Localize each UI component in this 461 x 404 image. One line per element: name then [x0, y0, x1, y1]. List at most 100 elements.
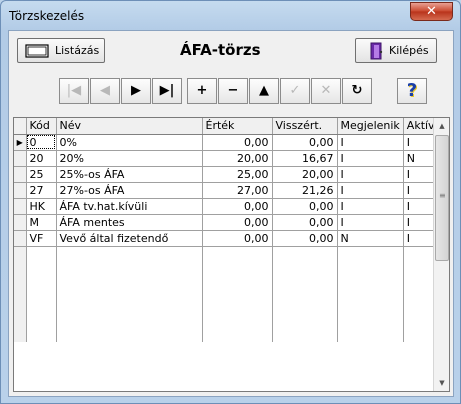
help-button[interactable]: ? — [397, 78, 427, 104]
table-row[interactable]: VF Vevő által fizetendő 0,00 0,00 N I — [14, 230, 439, 247]
empty-cell — [14, 246, 27, 262]
empty-cell — [26, 326, 57, 342]
table-row[interactable]: 25 25%-os ÁFA 25,00 20,00 I I — [14, 166, 439, 183]
cell-value[interactable]: 25,00 — [202, 166, 273, 183]
insert-record-button[interactable]: + — [187, 78, 217, 104]
cell-refund[interactable]: 16,67 — [272, 150, 338, 167]
cell-value[interactable]: 0,00 — [202, 134, 273, 151]
cell-code[interactable]: 25 — [26, 166, 57, 183]
table-row[interactable]: M ÁFA mentes 0,00 0,00 I I — [14, 214, 439, 231]
cell-name[interactable]: Vevő által fizetendő — [56, 230, 203, 247]
cell-code[interactable]: 27 — [26, 182, 57, 199]
vertical-scrollbar[interactable]: ▲ ≡ ▼ — [433, 118, 449, 391]
cell-visible[interactable]: I — [337, 214, 404, 231]
cell-visible[interactable]: I — [337, 166, 404, 183]
empty-row — [14, 294, 439, 310]
table-row[interactable]: 20 20% 20,00 16,67 I N — [14, 150, 439, 167]
cell-visible[interactable]: I — [337, 198, 404, 215]
cell-refund[interactable]: 0,00 — [272, 198, 338, 215]
cell-refund[interactable]: 0,00 — [272, 134, 338, 151]
cell-refund[interactable]: 0,00 — [272, 214, 338, 231]
cell-name[interactable]: 25%-os ÁFA — [56, 166, 203, 183]
row-indicator — [14, 198, 27, 215]
cell-code[interactable]: 0 — [26, 134, 57, 151]
title-bar[interactable]: Törzskezelés ✕ — [1, 1, 460, 31]
scroll-down-arrow-icon[interactable]: ▼ — [434, 375, 450, 391]
grip-icon: ≡ — [439, 191, 446, 200]
table-row[interactable]: 27 27%-os ÁFA 27,00 21,26 I I — [14, 182, 439, 199]
column-header-visible[interactable]: Megjelenik — [337, 118, 404, 135]
cell-code[interactable]: M — [26, 214, 57, 231]
empty-row — [14, 278, 439, 294]
question-mark-icon: ? — [406, 80, 418, 101]
client-area: Listázás ÁFA-törzs Kilépés |◀ ◀ ▶ ▶| + − ▲ ✓ ✕ ↻ … — [8, 30, 454, 397]
next-record-button[interactable]: ▶ — [121, 78, 151, 104]
cell-code[interactable]: VF — [26, 230, 57, 247]
cell-name[interactable]: ÁFA tv.hat.kívüli — [56, 198, 203, 215]
cell-value[interactable]: 0,00 — [202, 214, 273, 231]
cell-refund[interactable]: 0,00 — [272, 230, 338, 247]
delete-record-button[interactable]: − — [218, 78, 248, 104]
empty-row — [14, 326, 439, 342]
scroll-up-arrow-icon[interactable]: ▲ — [434, 118, 450, 134]
table-row[interactable]: HK ÁFA tv.hat.kívüli 0,00 0,00 I I — [14, 198, 439, 215]
monitor-icon — [25, 44, 49, 58]
cell-value[interactable]: 20,00 — [202, 150, 273, 167]
last-record-button[interactable]: ▶| — [152, 78, 182, 104]
column-header-refund[interactable]: Visszért. — [272, 118, 338, 135]
cell-name[interactable]: ÁFA mentes — [56, 214, 203, 231]
empty-cell — [56, 262, 203, 278]
cell-name[interactable]: 20% — [56, 150, 203, 167]
scroll-thumb[interactable]: ≡ — [435, 135, 449, 261]
table-row[interactable]: ▶ 0 0% 0,00 0,00 I I — [14, 134, 439, 151]
column-header-code[interactable]: Kód — [26, 118, 57, 135]
empty-cell — [337, 246, 404, 262]
empty-cell — [202, 246, 273, 262]
checkmark-icon: ✓ — [289, 83, 301, 98]
empty-cell — [272, 262, 338, 278]
empty-row — [14, 246, 439, 262]
column-header-value[interactable]: Érték — [202, 118, 273, 135]
refresh-button[interactable]: ↻ — [342, 78, 372, 104]
cell-code[interactable]: HK — [26, 198, 57, 215]
empty-cell — [14, 278, 27, 294]
indicator-header — [14, 118, 27, 135]
empty-cell — [56, 326, 203, 342]
cell-refund[interactable]: 20,00 — [272, 166, 338, 183]
data-grid[interactable]: Kód Név Érték Visszért. Megjelenik Aktív… — [13, 117, 450, 392]
cell-visible[interactable]: N — [337, 230, 404, 247]
plus-icon: + — [196, 83, 208, 98]
column-header-name[interactable]: Név — [56, 118, 203, 135]
first-record-button[interactable]: |◀ — [59, 78, 89, 104]
edit-record-button[interactable]: ▲ — [249, 78, 279, 104]
cell-code[interactable]: 20 — [26, 150, 57, 167]
empty-cell — [202, 326, 273, 342]
cancel-edit-button[interactable]: ✕ — [311, 78, 341, 104]
cell-visible[interactable]: I — [337, 150, 404, 167]
cell-visible[interactable]: I — [337, 134, 404, 151]
cell-value[interactable]: 0,00 — [202, 198, 273, 215]
cell-name[interactable]: 27%-os ÁFA — [56, 182, 203, 199]
exit-button[interactable]: Kilépés — [355, 38, 437, 63]
empty-cell — [56, 294, 203, 310]
exit-button-label: Kilépés — [389, 44, 429, 57]
cell-name[interactable]: 0% — [56, 134, 203, 151]
close-button[interactable]: ✕ — [410, 2, 453, 21]
prior-icon: ◀ — [100, 83, 110, 98]
list-button-label: Listázás — [55, 44, 100, 57]
empty-cell — [56, 278, 203, 294]
empty-cell — [26, 262, 57, 278]
prior-record-button[interactable]: ◀ — [90, 78, 120, 104]
cell-value[interactable]: 27,00 — [202, 182, 273, 199]
up-triangle-icon: ▲ — [259, 83, 269, 98]
cell-visible[interactable]: I — [337, 182, 404, 199]
empty-cell — [14, 294, 27, 310]
cell-refund[interactable]: 21,26 — [272, 182, 338, 199]
window-title: Törzskezelés — [9, 9, 85, 23]
cell-value[interactable]: 0,00 — [202, 230, 273, 247]
empty-cell — [202, 294, 273, 310]
empty-cell — [14, 262, 27, 278]
post-edit-button[interactable]: ✓ — [280, 78, 310, 104]
main-window: Törzskezelés ✕ Listázás ÁFA-törzs Kilépé… — [0, 0, 461, 404]
list-button[interactable]: Listázás — [17, 38, 105, 63]
